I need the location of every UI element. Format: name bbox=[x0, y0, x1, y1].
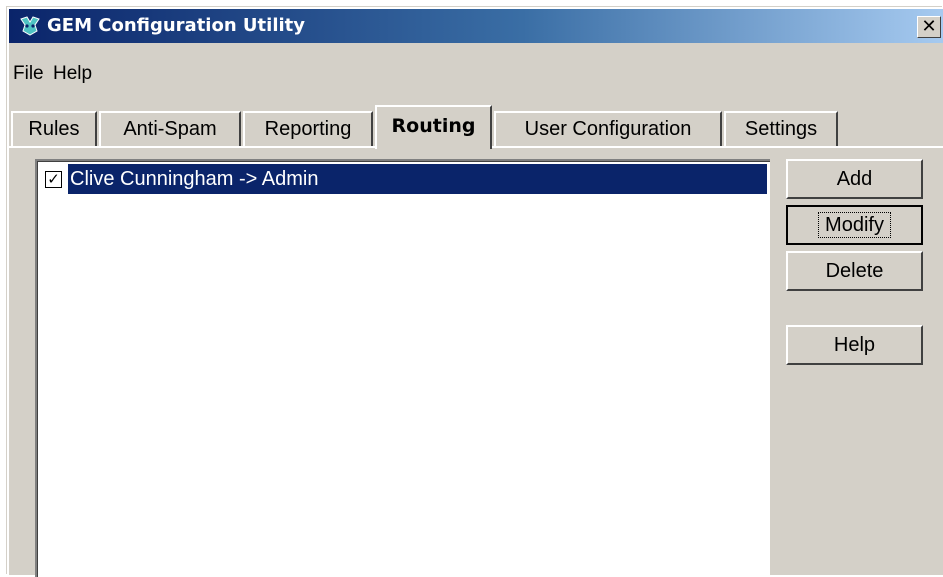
list-item-checkbox[interactable]: ✓ bbox=[45, 171, 62, 188]
gem-app-icon bbox=[20, 16, 40, 36]
menu-help[interactable]: Help bbox=[53, 63, 92, 85]
tab-routing[interactable]: Routing bbox=[375, 105, 492, 149]
app-window: GEM Configuration Utility ✕ File Help Ru… bbox=[7, 7, 943, 577]
tab-anti-spam[interactable]: Anti-Spam bbox=[99, 111, 241, 146]
window-title: GEM Configuration Utility bbox=[47, 15, 305, 36]
help-button[interactable]: Help bbox=[786, 325, 923, 365]
close-icon: ✕ bbox=[921, 16, 937, 37]
title-bar[interactable]: GEM Configuration Utility ✕ bbox=[9, 9, 943, 43]
routing-list[interactable]: ✓ Clive Cunningham -> Admin bbox=[35, 159, 770, 577]
modify-button[interactable]: Modify bbox=[786, 205, 923, 245]
list-item[interactable]: ✓ Clive Cunningham -> Admin bbox=[41, 164, 767, 194]
add-button[interactable]: Add bbox=[786, 159, 923, 199]
delete-button[interactable]: Delete bbox=[786, 251, 923, 291]
menu-file[interactable]: File bbox=[13, 63, 44, 85]
list-item-label[interactable]: Clive Cunningham -> Admin bbox=[68, 164, 767, 194]
tab-reporting[interactable]: Reporting bbox=[243, 111, 373, 146]
close-button[interactable]: ✕ bbox=[917, 16, 941, 38]
tab-rules[interactable]: Rules bbox=[11, 111, 97, 146]
tab-settings[interactable]: Settings bbox=[724, 111, 838, 146]
tab-user-configuration[interactable]: User Configuration bbox=[494, 111, 722, 146]
